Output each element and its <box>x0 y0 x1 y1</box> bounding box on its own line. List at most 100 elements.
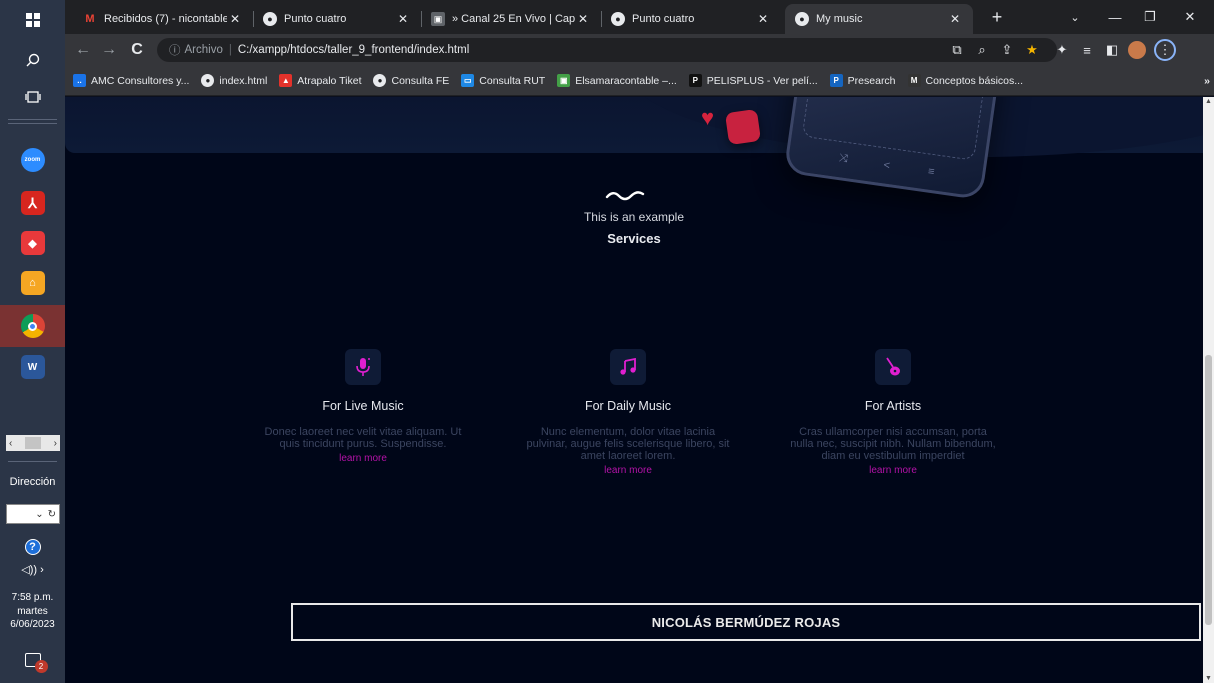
url-text[interactable]: C:/xampp/htdocs/taller_9_frontend/index.… <box>238 44 469 56</box>
tab-my-music[interactable]: ● My music ✕ <box>785 4 973 34</box>
bookmark-label: Consulta FE <box>391 74 450 87</box>
scroll-right-icon[interactable]: › <box>54 438 57 449</box>
tab-title: My music <box>816 13 863 25</box>
tab-canal-25[interactable]: ▣ » Canal 25 En Vivo | Capo L ✕ <box>421 4 601 34</box>
page-viewport: ⤨ < ≡ ♥ This is an example Services For … <box>65 97 1203 683</box>
tab-gmail[interactable]: M Recibidos (7) - nicontable1 ✕ <box>73 4 253 34</box>
restore-button[interactable]: ❐ <box>1130 0 1170 34</box>
close-icon[interactable]: ✕ <box>755 12 771 26</box>
bookmark-consulta-rut[interactable]: ▭ Consulta RUT <box>461 74 545 87</box>
service-card-live-music: For Live Music Donec laoreet nec velit v… <box>253 349 473 464</box>
bookmark-label: index.html <box>219 74 268 87</box>
service-title: For Live Music <box>322 399 404 413</box>
bookmark-star-icon[interactable]: ★ <box>1020 38 1044 62</box>
close-icon[interactable]: ✕ <box>575 12 591 26</box>
refresh-icon[interactable]: ↻ <box>48 509 56 520</box>
service-description: Nunc elementum, dolor vitae lacinia pulv… <box>526 426 730 462</box>
learn-more-link[interactable]: learn more <box>783 465 1003 476</box>
scroll-thumb[interactable] <box>1205 355 1212 625</box>
translate-icon[interactable]: ⧉ <box>945 38 969 62</box>
service-title: For Artists <box>864 399 922 413</box>
tab-punto-cuatro[interactable]: ● Punto cuatro ✕ <box>253 4 421 34</box>
help-icon[interactable]: ? <box>0 535 65 559</box>
scroll-down-icon[interactable]: ▼ <box>1203 675 1214 682</box>
reload-button[interactable]: C <box>125 38 149 62</box>
bookmark-amc[interactable]: .. AMC Consultores y... <box>73 74 189 87</box>
playlist-icon: ≡ <box>927 165 936 179</box>
chevron-down-icon[interactable]: ⌄ <box>35 509 43 520</box>
music-note-icon <box>610 349 646 385</box>
zoom-icon[interactable]: ⌕ <box>970 38 994 62</box>
globe-icon: ● <box>263 12 277 26</box>
scroll-thumb[interactable] <box>25 437 41 449</box>
new-tab-button[interactable]: + <box>977 0 1017 34</box>
back-button[interactable]: ← <box>71 38 95 62</box>
address-bar[interactable]: ⓘ Archivo | C:/xampp/htdocs/taller_9_fro… <box>157 38 1057 62</box>
word-app-icon[interactable]: W <box>0 347 65 387</box>
close-window-button[interactable]: ✕ <box>1170 0 1210 34</box>
scheme-label: Archivo <box>184 44 223 56</box>
close-icon[interactable]: ✕ <box>227 12 243 26</box>
bookmark-icon: ▣ <box>557 74 571 87</box>
anydesk-app-icon[interactable]: ◆ <box>0 223 65 263</box>
acrobat-app-icon[interactable]: ⅄ <box>0 183 65 223</box>
share-icon[interactable]: ⇪ <box>995 38 1019 62</box>
service-card-artists: For Artists Cras ullamcorper nisi accums… <box>783 349 1003 476</box>
minimize-button[interactable]: — <box>1095 0 1135 34</box>
bookmark-icon: .. <box>73 74 86 87</box>
section-eyebrow: This is an example <box>583 210 685 224</box>
forward-button[interactable]: → <box>97 38 121 62</box>
windows-taskbar: zoom ⅄ ◆ ⌂ W ‹ › Dirección ⌄ ↻ ? ◁)) › 7… <box>0 0 65 683</box>
reading-list-icon[interactable]: ≡ <box>1075 38 1099 62</box>
side-panel-icon[interactable]: ◧ <box>1100 38 1124 62</box>
more-bookmarks-icon[interactable]: » <box>1204 75 1210 87</box>
close-icon[interactable]: ✕ <box>947 12 963 26</box>
volume-icon[interactable]: ◁)) › <box>0 558 65 580</box>
address-toolbar-input[interactable]: ⌄ ↻ <box>6 504 60 524</box>
chrome-app-icon[interactable] <box>0 305 65 347</box>
bookmark-elsamaracontable[interactable]: ▣ Elsamaracontable –... <box>557 74 677 87</box>
menu-icon[interactable]: ⋮ <box>1153 38 1177 62</box>
learn-more-link[interactable]: learn more <box>253 453 473 464</box>
notification-badge: 2 <box>34 660 48 673</box>
browser-toolbar: ← → C ⓘ Archivo | C:/xampp/htdocs/taller… <box>65 34 1214 66</box>
bookmark-atrapalo[interactable]: ▲ Atrapalo Tiket <box>279 74 361 87</box>
bookmark-conceptos[interactable]: M Conceptos básicos... <box>907 74 1023 87</box>
wifi-app-icon[interactable]: ⌂ <box>0 263 65 303</box>
bookmark-icon: P <box>829 74 843 87</box>
tab-punto-cuatro-2[interactable]: ● Punto cuatro ✕ <box>601 4 781 34</box>
clock-day: martes <box>17 606 48 617</box>
scroll-left-icon[interactable]: ‹ <box>9 438 12 449</box>
globe-icon: ● <box>611 12 625 26</box>
page-scrollbar[interactable]: ▲ ▼ <box>1203 97 1214 683</box>
taskbar-divider <box>8 123 57 124</box>
bookmark-label: Atrapalo Tiket <box>297 74 362 87</box>
notification-center-icon[interactable]: 2 <box>0 640 65 680</box>
globe-icon: ● <box>373 74 387 87</box>
taskbar-scroll[interactable]: ‹ › <box>6 435 60 451</box>
share-icon: < <box>882 159 891 173</box>
bookmark-consulta-fe[interactable]: ● Consulta FE <box>373 74 449 87</box>
bookmark-label: Presearch <box>847 74 896 87</box>
heart-card <box>724 108 762 146</box>
phone-illustration: ⤨ < ≡ <box>783 97 1003 201</box>
microphone-icon <box>345 349 381 385</box>
search-icon[interactable] <box>0 40 65 80</box>
clock-time[interactable]: 7:58 p.m. <box>0 592 65 603</box>
info-icon[interactable]: ⓘ <box>169 42 181 58</box>
bookmark-presearch[interactable]: P Presearch <box>829 74 896 87</box>
task-view-icon[interactable] <box>0 77 65 117</box>
scroll-up-icon[interactable]: ▲ <box>1203 98 1214 105</box>
profile-avatar[interactable] <box>1125 38 1149 62</box>
learn-more-link[interactable]: learn more <box>518 465 738 476</box>
bookmark-index[interactable]: ● index.html <box>201 74 267 87</box>
bookmark-label: Elsamaracontable –... <box>575 74 677 87</box>
tab-search-icon[interactable]: ⌄ <box>1055 0 1095 34</box>
browser-tabstrip: M Recibidos (7) - nicontable1 ✕ ● Punto … <box>65 0 1214 34</box>
close-icon[interactable]: ✕ <box>395 12 411 26</box>
bookmark-pelisplus[interactable]: P PELISPLUS - Ver pelí... <box>688 74 818 87</box>
windows-start-icon[interactable] <box>0 0 65 40</box>
service-card-daily-music: For Daily Music Nunc elementum, dolor vi… <box>518 349 738 476</box>
zoom-app-icon[interactable]: zoom <box>0 140 65 180</box>
extensions-icon[interactable]: ✦ <box>1050 38 1074 62</box>
